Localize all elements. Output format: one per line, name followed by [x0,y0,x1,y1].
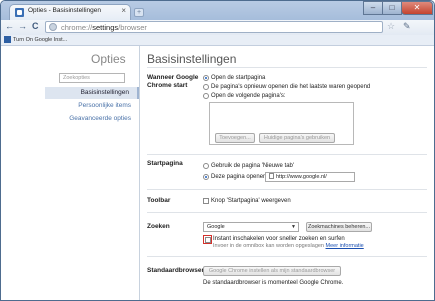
settings-favicon-icon [15,8,24,17]
page-icon [269,173,274,179]
back-icon[interactable]: ← [5,21,14,31]
manage-search-engines-button[interactable]: Zoekmachines beheren... [306,222,372,232]
tab-close-icon[interactable]: × [121,6,126,15]
wrench-menu-icon[interactable]: ✎ [403,21,411,32]
page-title: Basisinstellingen [147,52,237,66]
section-divider [147,256,427,257]
search-label: Zoeken [147,223,170,230]
bookmarks-bar: Turn On Google Inst... [1,35,434,46]
startup-label: Wanneer Google Chrome start [147,74,199,89]
default-browser-status: De standaardbrowser is momenteel Google … [203,280,344,286]
instant-subtext: Invoer in de omnibox kan worden opgeslag… [213,243,364,249]
instant-checkbox[interactable] [204,236,211,243]
settings-page: Opties Zoekopties Basisinstellingen Pers… [1,46,434,300]
bookmark-star-icon[interactable]: ☆ [387,21,395,32]
homepage-radio-newtab[interactable] [203,163,209,169]
maximize-button[interactable]: □ [382,1,402,15]
search-engine-select[interactable]: Google ▼ [203,222,299,232]
instant-checkbox-label: Instant inschakelen voor sneller zoeken … [213,236,345,242]
address-url: chrome://settings/browser [61,23,147,32]
startup-option-pages: Open de volgende pagina's: [211,93,286,99]
section-divider [147,189,427,190]
homepage-url-field[interactable]: http://www.google.nl/ [265,172,355,182]
set-default-browser-button[interactable]: Google Chrome instellen als mijn standaa… [203,266,341,276]
sidebar-item-personal[interactable]: Persoonlijke items [45,100,139,112]
chevron-down-icon: ▼ [291,224,296,230]
reload-icon[interactable]: C [32,21,39,31]
tab-strip: Opties - Basisinstellingen × + – □ ✕ [1,1,434,20]
close-window-button[interactable]: ✕ [401,1,433,15]
section-divider [147,154,427,155]
sidebar-item-advanced[interactable]: Geavanceerde opties [45,113,139,125]
homepage-option-url: Deze pagina openen: [211,174,269,180]
startup-radio-pages[interactable] [203,93,209,99]
startup-option-restore: De pagina's opnieuw openen die het laats… [211,84,371,90]
add-page-button[interactable]: Toevoegen... [215,133,255,143]
toolbar-label: Toolbar [147,197,171,204]
homepage-option-newtab: Gebruik de pagina 'Nieuwe tab' [211,163,295,169]
bookmark-item[interactable]: Turn On Google Inst... [13,35,67,45]
startup-radio-home[interactable] [203,75,209,81]
new-tab-button[interactable]: + [134,8,144,17]
google-bookmark-icon [4,36,11,43]
use-current-pages-button[interactable]: Huidige pagina's gebruiken [259,133,335,143]
sidebar-divider [139,46,140,300]
browser-window: Opties - Basisinstellingen × + – □ ✕ ← →… [0,0,435,301]
browser-toolbar: ← → C chrome://settings/browser ☆ ✎ [1,20,434,36]
home-button-checkbox-label: Knop 'Startpagina' weergeven [211,198,291,204]
default-browser-label: Standaardbrowser [147,267,205,274]
home-button-checkbox[interactable] [203,198,209,204]
homepage-label: Startpagina [147,160,183,167]
search-options-input[interactable]: Zoekopties [59,73,125,83]
sidebar-title: Opties [91,52,126,66]
page-icon [49,23,57,31]
section-divider [147,212,427,213]
tab-options[interactable]: Opties - Basisinstellingen × [9,4,131,20]
sidebar-item-basic[interactable]: Basisinstellingen [45,87,139,99]
title-divider [147,67,427,68]
forward-icon[interactable]: → [18,21,27,31]
more-info-link[interactable]: Meer informatie [326,243,364,249]
startup-option-home: Open de startpagina [211,75,266,81]
homepage-radio-url[interactable] [203,174,209,180]
minimize-button[interactable]: – [363,1,383,15]
startup-radio-restore[interactable] [203,84,209,90]
tab-title: Opties - Basisinstellingen [28,7,101,14]
address-bar[interactable]: chrome://settings/browser [45,21,383,33]
